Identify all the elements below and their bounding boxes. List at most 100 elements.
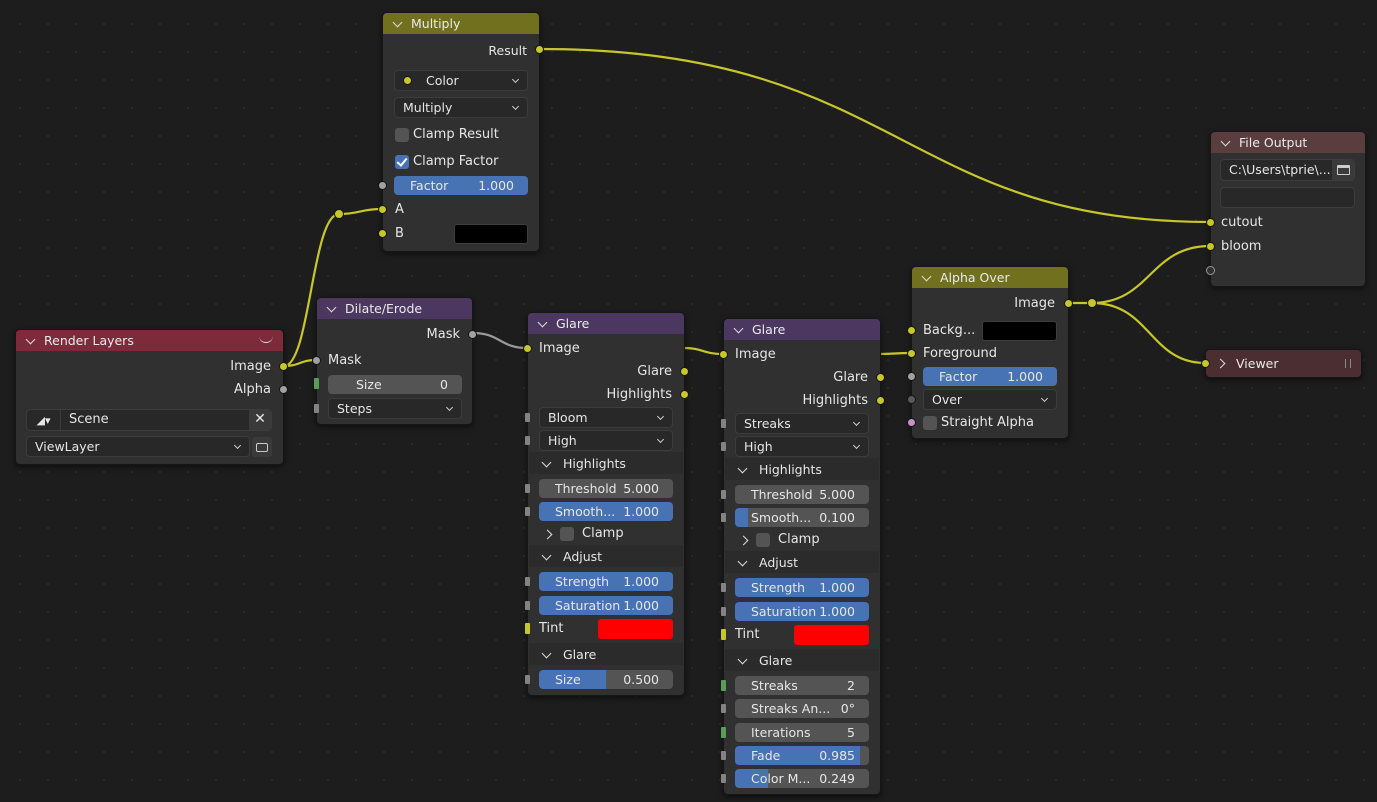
smoothness-slider[interactable]: Smooth... 0.100 <box>735 508 869 527</box>
input-socket-b[interactable] <box>378 229 387 238</box>
collapse-icon[interactable] <box>922 273 931 282</box>
clamp-subpanel[interactable]: Clamp <box>738 531 868 551</box>
input-socket-foreground[interactable] <box>907 349 916 358</box>
dilate-erode-node[interactable]: Dilate/Erode Mask Mask Size 0 Steps <box>312 297 477 425</box>
clear-icon[interactable]: ✕ <box>249 410 271 430</box>
output-socket-highlights[interactable] <box>680 390 689 399</box>
input-socket-fade[interactable] <box>721 751 726 760</box>
input-socket-type[interactable] <box>525 413 530 422</box>
data-type-dropdown[interactable]: Color <box>394 70 528 91</box>
size-slider[interactable]: Size 0.500 <box>539 670 673 689</box>
input-socket-factor[interactable] <box>378 181 387 190</box>
node-header[interactable]: Glare <box>724 319 880 340</box>
mode-dropdown[interactable]: Over <box>923 389 1057 410</box>
viewer-node[interactable]: Viewer <box>1201 349 1362 378</box>
quality-dropdown[interactable]: High <box>539 430 673 451</box>
input-socket-type[interactable] <box>721 419 726 428</box>
input-socket-image[interactable] <box>719 350 728 359</box>
clamp-subpanel[interactable]: Clamp <box>542 525 672 545</box>
input-socket-straight-alpha[interactable] <box>907 418 916 427</box>
blend-mode-dropdown[interactable]: Multiply <box>394 97 528 118</box>
scene-selector[interactable]: ◢▾ Scene ✕ <box>26 409 272 431</box>
mode-dropdown[interactable]: Steps <box>328 398 462 419</box>
scene-name[interactable]: Scene <box>69 412 109 427</box>
input-socket-strength[interactable] <box>721 583 726 592</box>
saturation-slider[interactable]: Saturation 1.000 <box>539 596 673 615</box>
node-header[interactable]: Alpha Over <box>912 267 1068 288</box>
input-socket-size[interactable] <box>314 378 319 389</box>
highlights-panel-header[interactable]: Highlights <box>529 452 683 474</box>
highlights-panel-header[interactable]: Highlights <box>725 458 879 480</box>
input-socket-streaks[interactable] <box>721 680 726 691</box>
factor-slider[interactable]: Factor 1.000 <box>394 176 528 195</box>
strength-slider[interactable]: Strength 1.000 <box>735 578 869 597</box>
output-socket-result[interactable] <box>535 45 544 54</box>
glare-type-dropdown[interactable]: Streaks <box>735 413 869 434</box>
fade-slider[interactable]: Fade 0.985 <box>735 746 869 765</box>
reroute-point[interactable] <box>334 209 344 219</box>
glare-panel-header[interactable]: Glare <box>529 643 683 665</box>
straight-alpha-checkbox[interactable] <box>923 416 937 430</box>
output-socket-mask[interactable] <box>468 330 477 339</box>
output-socket-image[interactable] <box>279 362 288 371</box>
output-socket-alpha[interactable] <box>279 385 288 394</box>
clamp-checkbox[interactable] <box>756 533 770 547</box>
input-socket-mode[interactable] <box>907 395 916 404</box>
strength-slider[interactable]: Strength 1.000 <box>539 572 673 591</box>
node-header[interactable]: Dilate/Erode <box>317 298 472 319</box>
input-socket-mask[interactable] <box>312 356 321 365</box>
collapse-icon[interactable] <box>1221 138 1230 147</box>
collapse-icon[interactable] <box>327 304 336 313</box>
folder-icon[interactable] <box>1332 160 1354 180</box>
adjust-panel-header[interactable]: Adjust <box>529 545 683 567</box>
streaks-field[interactable]: Streaks 2 <box>735 676 869 695</box>
render-icon[interactable] <box>252 437 272 457</box>
output-socket-highlights[interactable] <box>876 396 885 405</box>
streaks-angle-field[interactable]: Streaks An... 0° <box>735 699 869 718</box>
input-socket-quality[interactable] <box>525 436 530 445</box>
render-layers-node[interactable]: Render Layers Image Alpha ◢▾ Scene ✕ Vie… <box>15 329 288 465</box>
input-socket-smoothness[interactable] <box>721 513 726 522</box>
output-socket-glare[interactable] <box>680 367 689 376</box>
input-socket-a[interactable] <box>378 205 387 214</box>
clamp-factor-checkbox[interactable] <box>395 155 409 169</box>
node-header[interactable]: Render Layers <box>16 330 283 351</box>
output-path-field[interactable]: C:\Users\tprie\... <box>1220 159 1355 181</box>
input-socket-bloom[interactable] <box>1206 242 1215 251</box>
threshold-field[interactable]: Threshold 5.000 <box>539 479 673 498</box>
smoothness-slider[interactable]: Smooth... 1.000 <box>539 502 673 521</box>
iterations-field[interactable]: Iterations 5 <box>735 723 869 742</box>
path-subfield[interactable] <box>1220 187 1355 208</box>
reroute-point[interactable] <box>1087 298 1097 308</box>
multiply-node[interactable]: Multiply Result Color Multiply Clamp Res… <box>378 12 544 252</box>
input-socket-size[interactable] <box>525 675 530 684</box>
glare-panel-header[interactable]: Glare <box>725 649 879 671</box>
input-socket-cutout[interactable] <box>1206 218 1215 227</box>
node-header[interactable]: Multiply <box>383 13 539 34</box>
collapse-icon[interactable] <box>26 336 35 345</box>
input-socket-tint[interactable] <box>525 623 530 634</box>
input-socket-strength[interactable] <box>525 577 530 586</box>
input-socket-threshold[interactable] <box>525 484 530 493</box>
tint-swatch[interactable] <box>794 625 869 645</box>
clamp-result-checkbox[interactable] <box>395 128 409 142</box>
input-socket-empty[interactable] <box>1206 266 1215 275</box>
alpha-over-node[interactable]: Alpha Over Image Backg... Foreground Fac… <box>907 266 1073 439</box>
threshold-field[interactable]: Threshold 5.000 <box>735 485 869 504</box>
color-modulation-slider[interactable]: Color M... 0.249 <box>735 769 869 788</box>
color-b-swatch[interactable] <box>454 224 528 244</box>
input-socket-steps[interactable] <box>314 404 319 413</box>
node-header[interactable]: File Output <box>1211 132 1365 153</box>
input-socket-saturation[interactable] <box>721 607 726 616</box>
background-color-swatch[interactable] <box>982 321 1057 341</box>
saturation-slider[interactable]: Saturation 1.000 <box>735 602 869 621</box>
view-layer-dropdown[interactable]: ViewLayer <box>26 436 250 457</box>
collapse-icon[interactable] <box>538 319 547 328</box>
factor-slider[interactable]: Factor 1.000 <box>923 367 1057 386</box>
collapse-icon[interactable] <box>393 19 402 28</box>
preview-toggle-icon[interactable] <box>259 333 273 343</box>
glare-node-1[interactable]: Glare Image Glare Highlights Bloom High … <box>523 312 689 696</box>
input-socket-factor[interactable] <box>907 372 916 381</box>
input-socket-image[interactable] <box>1201 359 1210 368</box>
file-output-node[interactable]: File Output C:\Users\tprie\... cutout bl… <box>1206 131 1366 287</box>
